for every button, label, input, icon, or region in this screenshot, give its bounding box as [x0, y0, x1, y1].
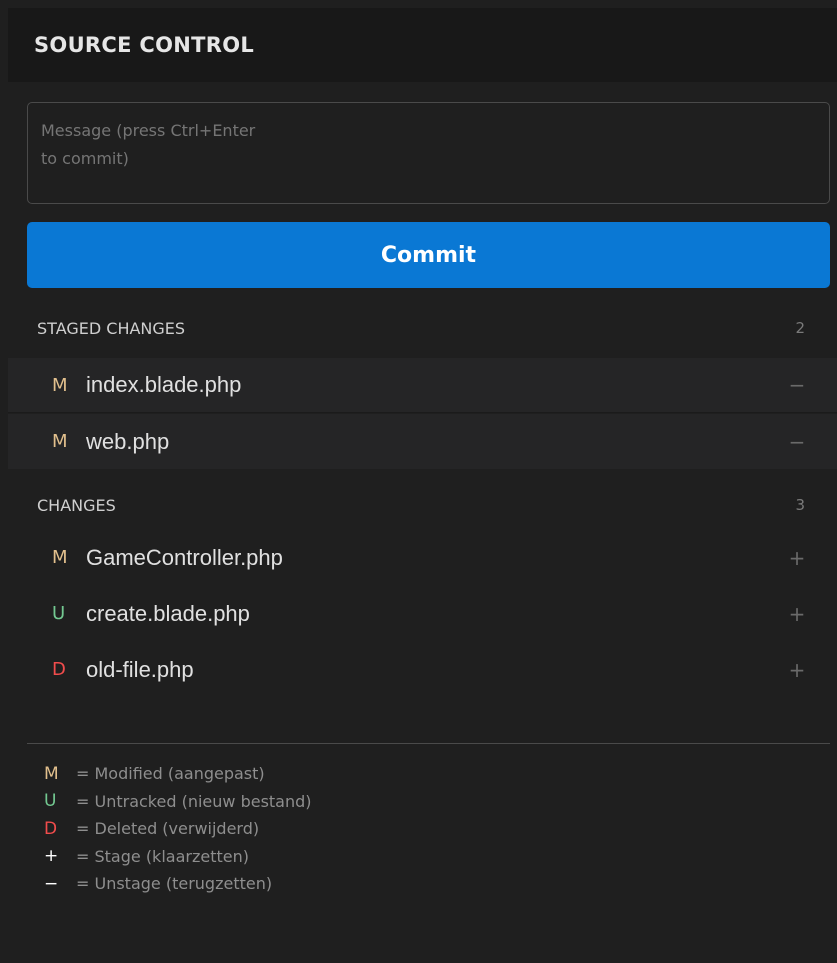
changes-count: 3 [795, 496, 805, 514]
changes-header[interactable]: CHANGES 3 [8, 485, 837, 525]
legend-key-untracked: U [44, 791, 57, 812]
staged-file-row[interactable]: M web.php − [8, 414, 837, 469]
staged-changes-count: 2 [795, 319, 805, 337]
status-untracked: U [52, 603, 66, 624]
stage-button[interactable]: + [787, 602, 807, 626]
changed-file-row[interactable]: U create.blade.php + [8, 586, 837, 641]
staged-file-row[interactable]: M index.blade.php − [8, 358, 837, 413]
status-deleted: D [52, 659, 66, 680]
staged-changes-header[interactable]: STAGED CHANGES 2 [8, 308, 837, 348]
commit-button[interactable]: Commit [27, 222, 830, 288]
file-name: web.php [86, 428, 170, 454]
file-name: index.blade.php [86, 372, 242, 397]
file-name: GameController.php [86, 544, 283, 570]
file-name: create.blade.php [86, 600, 250, 626]
legend-key-unstage: − [44, 873, 59, 894]
legend-item: − = Unstage (terugzetten) [8, 870, 837, 898]
unstage-button[interactable]: − [787, 430, 807, 454]
stage-button[interactable]: + [787, 658, 807, 682]
legend-text: = Modified (aangepast) [76, 764, 265, 784]
legend-item: U = Untracked (nieuw bestand) [8, 788, 837, 816]
legend-text: = Stage (klaarzetten) [76, 846, 249, 866]
status-modified: M [52, 547, 68, 568]
legend-text: = Deleted (verwijderd) [76, 819, 260, 839]
status-legend: M = Modified (aangepast) U = Untracked (… [8, 760, 837, 898]
stage-button[interactable]: + [787, 546, 807, 570]
panel-header: SOURCE CONTROL [8, 8, 837, 82]
legend-item: + = Stage (klaarzetten) [8, 843, 837, 871]
legend-key-deleted: D [44, 818, 58, 839]
changes-label: CHANGES [37, 495, 116, 515]
status-modified: M [52, 431, 68, 452]
source-control-panel: SOURCE CONTROL Commit STAGED CHANGES 2 M… [8, 8, 837, 963]
unstage-button[interactable]: − [787, 373, 807, 397]
staged-changes-label: STAGED CHANGES [37, 318, 186, 338]
status-modified: M [52, 374, 68, 396]
legend-key-stage: + [44, 846, 59, 867]
legend-text: = Unstage (terugzetten) [76, 874, 273, 894]
file-name: old-file.php [86, 656, 194, 682]
legend-item: D = Deleted (verwijderd) [8, 815, 837, 843]
legend-text: = Untracked (nieuw bestand) [76, 791, 312, 811]
legend-divider [27, 743, 830, 744]
commit-message-input[interactable] [27, 102, 830, 204]
legend-item: M = Modified (aangepast) [8, 760, 837, 788]
changed-file-row[interactable]: D old-file.php + [8, 642, 837, 697]
changed-file-row[interactable]: M GameController.php + [8, 530, 837, 585]
panel-title: SOURCE CONTROL [34, 33, 255, 57]
legend-key-modified: M [44, 763, 59, 784]
